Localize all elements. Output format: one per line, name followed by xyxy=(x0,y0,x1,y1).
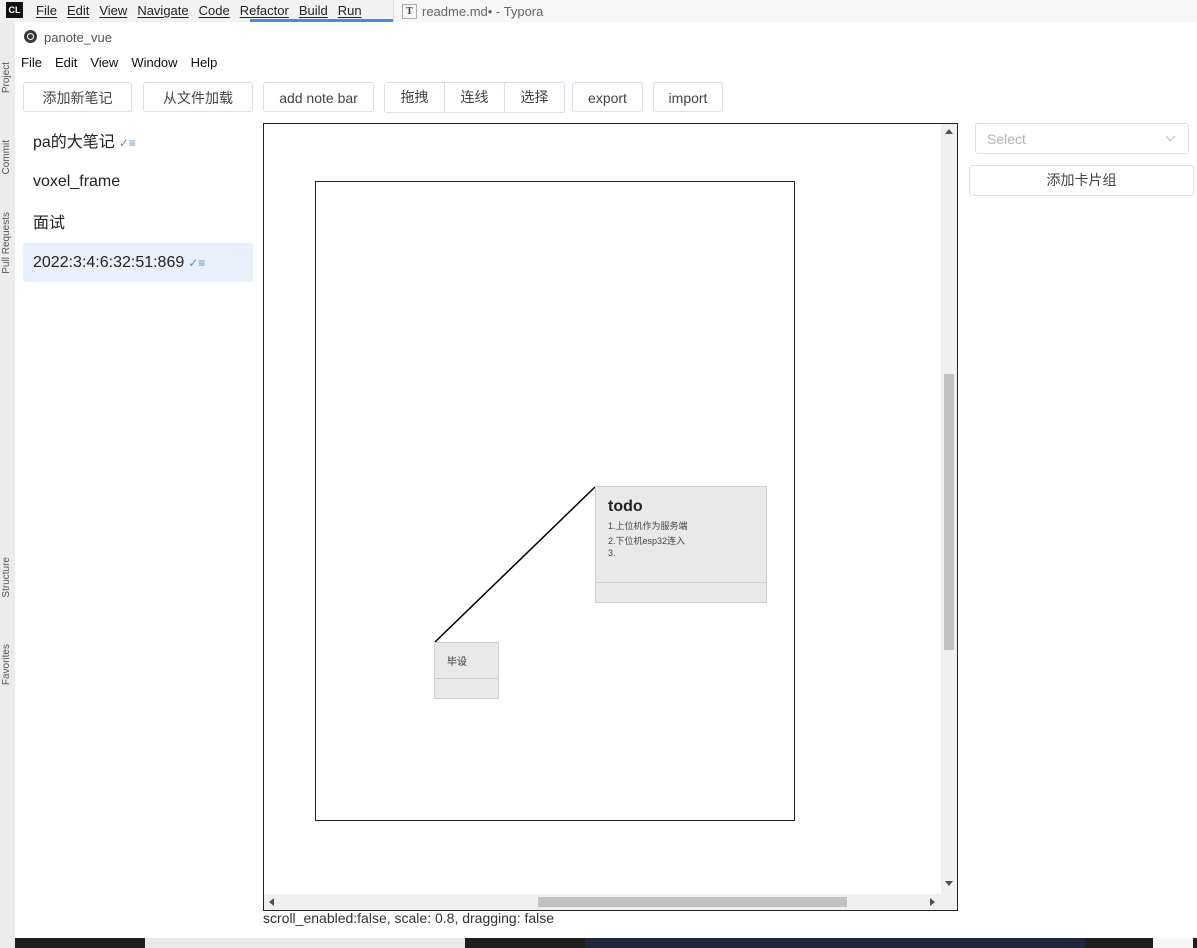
add-note-button[interactable]: 添加新笔记 xyxy=(23,82,132,112)
background-button xyxy=(1153,938,1193,948)
scroll-up-icon[interactable] xyxy=(945,129,953,134)
ide-menu-navigate[interactable]: Navigate xyxy=(137,3,188,18)
menu-edit[interactable]: Edit xyxy=(49,53,84,75)
electron-app-icon xyxy=(24,30,37,43)
vertical-scrollbar[interactable] xyxy=(941,124,957,894)
add-card-group-button[interactable]: 添加卡片组 xyxy=(969,165,1194,196)
ide-menu-view[interactable]: View xyxy=(99,3,127,18)
menu-help[interactable]: Help xyxy=(185,53,225,75)
todo-card[interactable]: todo 1.上位机作为服务端 2.下位机esp32连入 3. xyxy=(595,486,767,603)
card-footer-divider xyxy=(596,582,766,583)
status-text: scroll_enabled:false, scale: 0.8, draggi… xyxy=(263,910,555,926)
panote-app-window: panote_vue File Edit View Window Help 添加… xyxy=(15,22,1197,938)
scroll-right-icon[interactable] xyxy=(930,898,935,906)
checklist-icon: ✓≡ xyxy=(118,136,136,150)
card-line: 2.下位机esp32连入 xyxy=(608,536,686,546)
card-line: 3. xyxy=(608,548,616,558)
ide-tab-pull-requests[interactable]: Pull Requests xyxy=(1,212,12,274)
ide-menu: File Edit View Navigate Code Refactor Bu… xyxy=(36,3,362,18)
typora-title: readme.md• - Typora xyxy=(422,4,544,19)
bishe-card[interactable]: 毕设 xyxy=(434,642,499,699)
select-mode-button[interactable]: 选择 xyxy=(505,83,564,112)
background-taskbar xyxy=(15,938,1197,948)
note-item[interactable]: pa的大笔记 ✓≡ xyxy=(23,123,253,162)
note-item[interactable]: 面试 xyxy=(23,204,253,243)
card-footer-divider xyxy=(435,678,498,679)
scrollbar-corner xyxy=(941,894,957,910)
card-group-select[interactable]: Select xyxy=(975,123,1189,154)
note-list: pa的大笔记 ✓≡ voxel_frame 面试 2022:3:4:6:32:51… xyxy=(23,123,253,282)
menu-view[interactable]: View xyxy=(84,53,125,75)
import-button[interactable]: import xyxy=(653,82,723,112)
note-item-label: 面试 xyxy=(33,215,66,232)
select-placeholder: Select xyxy=(987,131,1026,147)
note-item-label: 2022:3:4:6:32:51:869 xyxy=(33,254,185,271)
card-line: 1.上位机作为服务端 xyxy=(608,521,688,531)
scroll-down-icon[interactable] xyxy=(945,881,953,886)
note-item-label: voxel_frame xyxy=(33,173,121,190)
chevron-down-icon xyxy=(1165,131,1176,142)
background-window-strip-dark xyxy=(585,938,1085,948)
ide-menu-run[interactable]: Run xyxy=(338,3,362,18)
ide-menu-edit[interactable]: Edit xyxy=(67,3,89,18)
export-button[interactable]: export xyxy=(572,82,643,112)
mode-button-group: 拖拽 连线 选择 xyxy=(384,82,565,113)
add-note-bar-button[interactable]: add note bar xyxy=(263,82,374,112)
app-titlebar: panote_vue xyxy=(15,22,1197,52)
ide-tab-favorites[interactable]: Favorites xyxy=(1,644,12,685)
note-canvas[interactable]: todo 1.上位机作为服务端 2.下位机esp32连入 3. 毕设 xyxy=(263,123,958,911)
ide-side-tool-strip: Project Commit Pull Requests Structure F… xyxy=(0,22,16,948)
ide-menu-code[interactable]: Code xyxy=(199,3,230,18)
connect-mode-button[interactable]: 连线 xyxy=(445,83,505,112)
app-menubar: File Edit View Window Help xyxy=(15,53,224,75)
ide-tab-structure[interactable]: Structure xyxy=(1,557,12,598)
horizontal-scroll-thumb[interactable] xyxy=(538,897,847,907)
checklist-icon: ✓≡ xyxy=(188,256,206,270)
clion-logo-icon: CL xyxy=(6,2,23,18)
note-item-label: pa的大笔记 xyxy=(33,134,115,151)
vertical-scroll-thumb[interactable] xyxy=(944,374,954,650)
ide-menu-refactor[interactable]: Refactor xyxy=(240,3,289,18)
background-window-strip xyxy=(145,938,465,948)
ide-tab-commit[interactable]: Commit xyxy=(1,140,12,174)
drag-mode-button[interactable]: 拖拽 xyxy=(385,83,445,112)
load-from-file-button[interactable]: 从文件加载 xyxy=(143,82,253,112)
scroll-left-icon[interactable] xyxy=(269,898,274,906)
typora-icon: T xyxy=(402,4,417,19)
note-item-active[interactable]: 2022:3:4:6:32:51:869 ✓≡ xyxy=(23,243,253,282)
card-title: todo xyxy=(608,498,643,515)
ide-menu-build[interactable]: Build xyxy=(299,3,328,18)
typora-window-tab[interactable]: T readme.md• - Typora xyxy=(393,0,1197,22)
menu-file[interactable]: File xyxy=(15,53,49,75)
app-title: panote_vue xyxy=(44,30,112,45)
ide-tab-project[interactable]: Project xyxy=(1,62,12,93)
horizontal-scrollbar[interactable] xyxy=(264,894,941,910)
menu-window[interactable]: Window xyxy=(125,53,184,75)
note-item[interactable]: voxel_frame xyxy=(23,162,253,201)
card-text: 毕设 xyxy=(447,657,467,668)
ide-menu-file[interactable]: File xyxy=(36,3,57,18)
